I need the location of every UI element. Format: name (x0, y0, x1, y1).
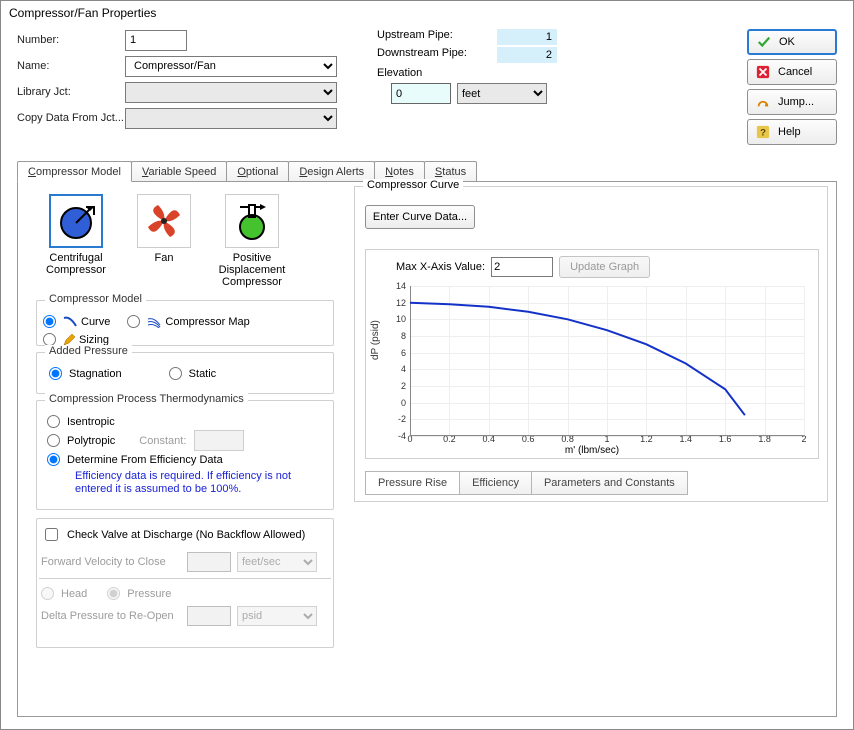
chart-ylabel: dP (psid) (370, 320, 381, 360)
curve-icon (63, 316, 77, 328)
constant-label: Constant: (139, 435, 186, 447)
radio-polytropic[interactable]: Polytropic Constant: (47, 430, 323, 451)
x-icon (756, 65, 770, 79)
added-pressure-legend: Added Pressure (45, 345, 132, 357)
type-centrifugal[interactable]: Centrifugal Compressor (36, 194, 116, 288)
constant-input (194, 430, 244, 451)
name-label: Name: (17, 60, 125, 72)
subtab-parameters[interactable]: Parameters and Constants (531, 471, 688, 495)
help-icon: ? (756, 125, 770, 139)
library-label: Library Jct: (17, 86, 125, 98)
max-x-axis-input[interactable] (491, 257, 553, 277)
downstream-pipe-value: 2 (497, 47, 557, 63)
content-area: Number: Name: Compressor/Fan Library Jct… (17, 29, 837, 717)
elevation-input[interactable] (391, 83, 451, 104)
type-positive-label: Positive Displacement Compressor (212, 252, 292, 288)
help-button[interactable]: ? Help (747, 119, 837, 145)
cancel-button[interactable]: Cancel (747, 59, 837, 85)
svg-text:?: ? (760, 128, 766, 139)
number-label: Number: (17, 34, 125, 46)
radio-pressure: Pressure (107, 587, 171, 600)
radio-determine-efficiency[interactable]: Determine From Efficiency Data (47, 453, 323, 466)
map-icon (147, 316, 161, 328)
window-title: Compressor/Fan Properties (1, 1, 853, 25)
upstream-pipe-label: Upstream Pipe: (377, 29, 497, 45)
radio-head: Head (41, 587, 87, 600)
radio-isentropic[interactable]: Isentropic (47, 415, 323, 428)
centrifugal-icon (54, 199, 98, 243)
forward-velocity-unit: feet/sec (237, 552, 317, 572)
tab-compressor-model[interactable]: Compressor Model (17, 161, 132, 182)
radio-compressor-map[interactable]: Compressor Map (127, 315, 249, 328)
efficiency-note: Efficiency data is required. If efficien… (75, 470, 323, 496)
downstream-pipe-label: Downstream Pipe: (377, 47, 497, 63)
name-select[interactable]: Compressor/Fan (125, 56, 337, 77)
type-positive-displacement[interactable]: Positive Displacement Compressor (212, 194, 292, 288)
tab-variable-speed[interactable]: Variable Speed (131, 161, 227, 182)
radio-stagnation[interactable]: Stagnation (49, 367, 122, 380)
jump-button[interactable]: Jump... (747, 89, 837, 115)
positive-displacement-icon (230, 199, 274, 243)
tab-optional[interactable]: Optional (226, 161, 289, 182)
forward-velocity-label: Forward Velocity to Close (41, 556, 181, 568)
compressor-model-legend: Compressor Model (45, 293, 146, 305)
curve-subtabs: Pressure Rise Efficiency Parameters and … (365, 471, 687, 495)
enter-curve-data-button[interactable]: Enter Curve Data... (365, 205, 475, 229)
number-input[interactable] (125, 30, 187, 51)
delta-pressure-label: Delta Pressure to Re-Open (41, 610, 181, 622)
chart-xlabel: m' (lbm/sec) (366, 445, 818, 456)
max-x-axis-label: Max X-Axis Value: (396, 261, 485, 273)
upstream-pipe-value: 1 (497, 29, 557, 45)
elevation-unit-select[interactable]: feet (457, 83, 547, 104)
library-select[interactable] (125, 82, 337, 103)
type-fan-label: Fan (124, 252, 204, 264)
ok-button[interactable]: OK (747, 29, 837, 55)
delta-pressure-unit: psid (237, 606, 317, 626)
thermo-legend: Compression Process Thermodynamics (45, 393, 248, 405)
type-centrifugal-label: Centrifugal Compressor (36, 252, 116, 276)
fan-icon (142, 199, 186, 243)
update-graph-button: Update Graph (559, 256, 650, 278)
copy-select[interactable] (125, 108, 337, 129)
forward-velocity-input (187, 552, 231, 572)
subtab-pressure-rise[interactable]: Pressure Rise (365, 471, 460, 495)
elevation-label: Elevation (377, 67, 697, 79)
jump-icon (756, 95, 770, 109)
compressor-fan-properties-dialog: Compressor/Fan Properties Number: Name: … (0, 0, 854, 730)
subtab-efficiency[interactable]: Efficiency (459, 471, 532, 495)
check-valve-checkbox[interactable]: Check Valve at Discharge (No Backflow Al… (41, 525, 333, 544)
type-fan[interactable]: Fan (124, 194, 204, 288)
check-icon (757, 35, 771, 49)
compressor-curve-legend: Compressor Curve (363, 179, 463, 191)
delta-pressure-input (187, 606, 231, 626)
radio-static[interactable]: Static (169, 367, 217, 380)
compressor-curve-group: Compressor Curve Enter Curve Data... Max… (354, 186, 828, 502)
chart-line (410, 286, 804, 436)
plot-container: Max X-Axis Value: Update Graph dP (psid)… (365, 249, 819, 459)
pencil-icon (63, 334, 75, 346)
radio-curve[interactable]: Curve (43, 315, 110, 328)
copy-label: Copy Data From Jct... (17, 112, 125, 124)
compressor-model-panel: Centrifugal Compressor (17, 181, 837, 717)
